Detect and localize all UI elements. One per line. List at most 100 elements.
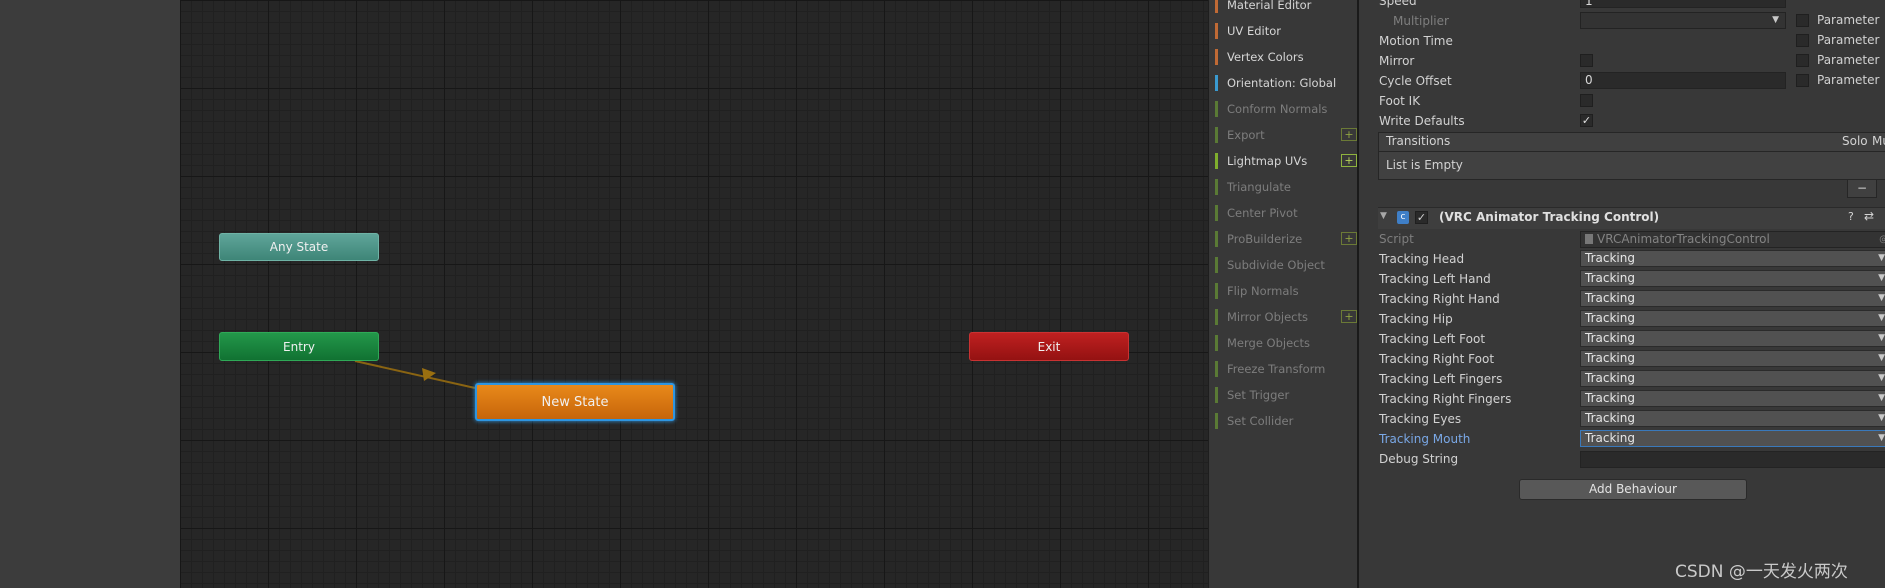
pb-item-color-bar: [1215, 413, 1218, 429]
tracking-left-fingers-label: Tracking Left Fingers: [1379, 372, 1503, 386]
pb-item-options-button[interactable]: +: [1341, 154, 1357, 167]
multiplier-dropdown[interactable]: ▼: [1580, 12, 1786, 29]
pb-item-label: Freeze Transform: [1227, 362, 1326, 376]
multiplier-param-checkbox[interactable]: [1796, 14, 1809, 27]
mute-column: Mute: [1872, 134, 1885, 148]
component-enabled-checkbox[interactable]: ✓: [1415, 211, 1428, 224]
cycle-offset-field[interactable]: 0: [1580, 72, 1786, 89]
tracking-head-value: Tracking: [1585, 251, 1635, 265]
any-state-node[interactable]: Any State: [219, 233, 379, 261]
foot-ik-checkbox[interactable]: [1580, 94, 1593, 107]
tracking-mouth-value: Tracking: [1585, 431, 1635, 445]
dropdown-arrow-icon: ▼: [1878, 253, 1885, 263]
pb-item-label: Triangulate: [1227, 180, 1292, 194]
tracking-right-foot-label: Tracking Right Foot: [1379, 352, 1495, 366]
foldout-arrow-icon[interactable]: ▼: [1380, 211, 1387, 221]
pb-item-orientation-global[interactable]: Orientation: Global: [1215, 73, 1355, 93]
pb-item-uv-editor[interactable]: UV Editor: [1215, 21, 1355, 41]
mirror-param-label: Parameter: [1817, 53, 1880, 67]
speed-label: Speed: [1379, 0, 1417, 8]
pb-item-color-bar: [1215, 205, 1218, 221]
exit-node[interactable]: Exit: [969, 332, 1129, 361]
object-picker-icon[interactable]: ◎: [1879, 232, 1885, 247]
tracking-eyes-label: Tracking Eyes: [1379, 412, 1462, 426]
pb-item-options-button[interactable]: +: [1341, 310, 1357, 323]
solo-column: Solo: [1842, 134, 1868, 148]
pb-item-color-bar: [1215, 179, 1218, 195]
pb-item-freeze-transform[interactable]: Freeze Transform: [1215, 359, 1355, 379]
pb-item-center-pivot[interactable]: Center Pivot: [1215, 203, 1355, 223]
pb-item-export[interactable]: Export +: [1215, 125, 1357, 145]
dropdown-arrow-icon: ▼: [1878, 413, 1885, 423]
pb-item-mirror-objects[interactable]: Mirror Objects +: [1215, 307, 1357, 327]
entry-transition-line[interactable]: [354, 360, 476, 389]
multiplier-label: Multiplier: [1393, 14, 1449, 28]
script-field: VRCAnimatorTrackingControl ◎: [1580, 231, 1885, 248]
pb-item-lightmap-uvs[interactable]: Lightmap UVs +: [1215, 151, 1357, 171]
tracking-left-hand-dropdown[interactable]: Tracking ▼: [1580, 270, 1885, 287]
pb-item-label: Flip Normals: [1227, 284, 1299, 298]
entry-node[interactable]: Entry: [219, 332, 379, 361]
tracking-left-foot-value: Tracking: [1585, 331, 1635, 345]
tracking-eyes-dropdown[interactable]: Tracking ▼: [1580, 410, 1885, 427]
dropdown-arrow-icon: ▼: [1878, 353, 1885, 363]
mirror-checkbox[interactable]: [1580, 54, 1593, 67]
pb-item-options-button[interactable]: +: [1341, 232, 1357, 245]
pb-item-vertex-colors[interactable]: Vertex Colors: [1215, 47, 1355, 67]
tracking-right-fingers-label: Tracking Right Fingers: [1379, 392, 1512, 406]
pb-item-probuilderize[interactable]: ProBuilderize +: [1215, 229, 1357, 249]
exit-label: Exit: [1037, 339, 1061, 354]
tracking-right-hand-dropdown[interactable]: Tracking ▼: [1580, 290, 1885, 307]
pb-item-set-trigger[interactable]: Set Trigger: [1215, 385, 1355, 405]
transitions-header: Transitions Solo Mute: [1378, 132, 1885, 152]
pb-item-subdivide-object[interactable]: Subdivide Object: [1215, 255, 1355, 275]
multiplier-param-label: Parameter: [1817, 13, 1880, 27]
pb-item-material-editor[interactable]: Material Editor: [1215, 0, 1355, 15]
tracking-right-foot-dropdown[interactable]: Tracking ▼: [1580, 350, 1885, 367]
script-value: VRCAnimatorTrackingControl: [1597, 232, 1770, 246]
pb-item-set-collider[interactable]: Set Collider: [1215, 411, 1355, 431]
pb-item-options-button[interactable]: +: [1341, 128, 1357, 141]
debug-string-field[interactable]: [1580, 451, 1885, 468]
entry-label: Entry: [283, 339, 315, 354]
mirror-param-checkbox[interactable]: [1796, 54, 1809, 67]
tracking-head-label: Tracking Head: [1379, 252, 1465, 266]
motion-time-param-checkbox[interactable]: [1796, 34, 1809, 47]
speed-field[interactable]: 1: [1580, 0, 1786, 8]
pb-item-color-bar: [1215, 231, 1218, 247]
write-defaults-checkbox[interactable]: ✓: [1580, 114, 1593, 127]
component-header[interactable]: ▼ c ✓ (VRC Animator Tracking Control) ? …: [1378, 207, 1885, 229]
pb-item-color-bar: [1215, 0, 1218, 13]
remove-transition-button[interactable]: −: [1847, 180, 1877, 198]
tracking-left-foot-dropdown[interactable]: Tracking ▼: [1580, 330, 1885, 347]
pb-item-color-bar: [1215, 335, 1218, 351]
tracking-mouth-dropdown[interactable]: Tracking ▼: [1580, 430, 1885, 447]
dropdown-arrow-icon: ▼: [1878, 393, 1885, 403]
tracking-left-foot-label: Tracking Left Foot: [1379, 332, 1486, 346]
pb-item-triangulate[interactable]: Triangulate: [1215, 177, 1355, 197]
left-panel: [0, 0, 180, 588]
pb-item-flip-normals[interactable]: Flip Normals: [1215, 281, 1355, 301]
pb-item-conform-normals[interactable]: Conform Normals: [1215, 99, 1355, 119]
tracking-right-hand-value: Tracking: [1585, 291, 1635, 305]
help-icon[interactable]: ?: [1848, 210, 1854, 223]
cycle-offset-param-checkbox[interactable]: [1796, 74, 1809, 87]
pb-item-color-bar: [1215, 101, 1218, 117]
tracking-right-fingers-dropdown[interactable]: Tracking ▼: [1580, 390, 1885, 407]
tracking-left-fingers-dropdown[interactable]: Tracking ▼: [1580, 370, 1885, 387]
tracking-hip-dropdown[interactable]: Tracking ▼: [1580, 310, 1885, 327]
watermark: CSDN @一天发火两次: [1675, 562, 1848, 582]
transitions-empty-text: List is Empty: [1386, 158, 1463, 172]
pb-item-label: ProBuilderize: [1227, 232, 1303, 246]
new-state-node[interactable]: New State: [475, 383, 675, 421]
script-icon: c: [1397, 211, 1409, 224]
write-defaults-label: Write Defaults: [1379, 114, 1465, 128]
dropdown-arrow-icon: ▼: [1772, 15, 1779, 25]
pb-item-merge-objects[interactable]: Merge Objects: [1215, 333, 1355, 353]
tracking-head-dropdown[interactable]: Tracking ▼: [1580, 250, 1885, 267]
script-file-icon: [1585, 234, 1593, 244]
add-behaviour-button[interactable]: Add Behaviour: [1519, 479, 1747, 500]
any-state-label: Any State: [269, 240, 329, 254]
animator-graph[interactable]: Any State Entry Exit New State: [180, 0, 1208, 588]
presets-icon[interactable]: ⇄: [1864, 209, 1874, 223]
